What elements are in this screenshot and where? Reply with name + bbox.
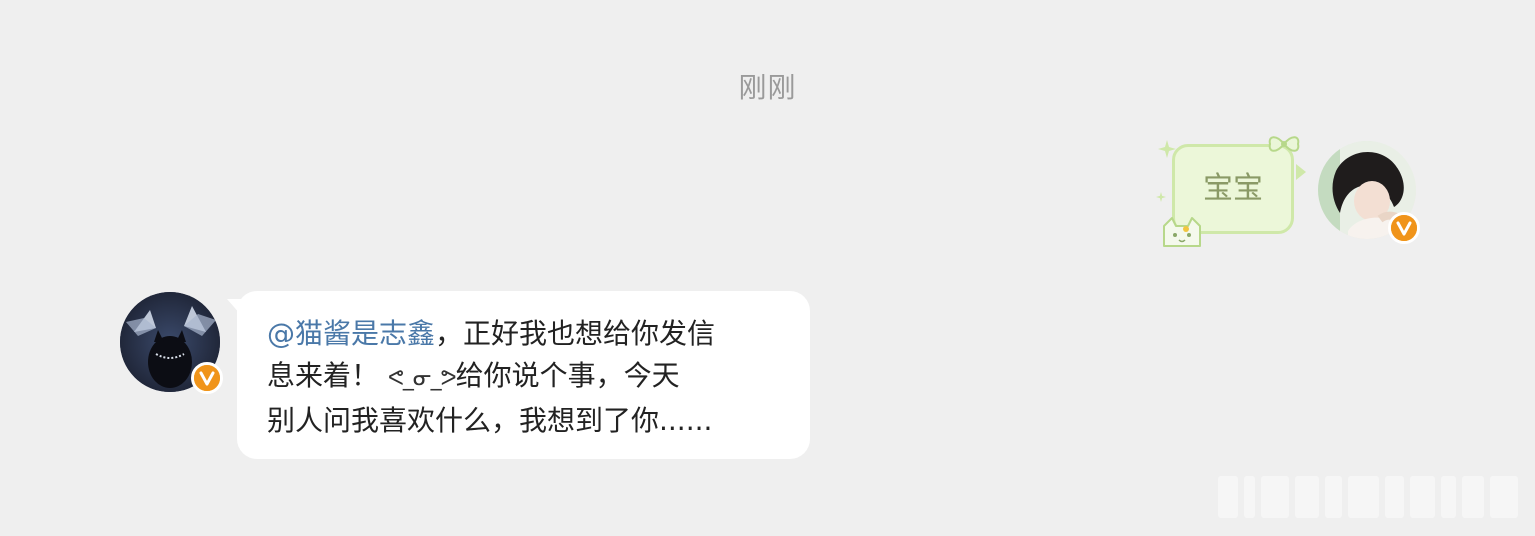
bow-icon [1268, 136, 1300, 152]
cat-face-icon [1163, 217, 1201, 247]
mention-link[interactable]: @猫酱是志鑫 [267, 317, 435, 350]
kaomoji: ᕙ_ᓂ_ᕗ [387, 366, 457, 391]
sparkle-icon [1156, 192, 1166, 202]
verified-badge-icon [1388, 212, 1420, 244]
message-segment: ，正好我也想给你发信 [435, 317, 716, 350]
message-timestamp: 刚刚 [738, 71, 797, 104]
bubble-tail [1296, 164, 1306, 180]
verified-badge-icon [191, 362, 223, 394]
incoming-message-bubble[interactable]: @猫酱是志鑫，正好我也想给你发信 息来着！ ᕙ_ᓂ_ᕗ给你说个事，今天 别人问我… [227, 291, 810, 459]
chat-window: 刚刚 宝宝 @猫酱是志鑫，正好我也想给你发信 息来着！ ᕙ_ᓂ_ᕗ给你说个事，今… [0, 0, 1535, 536]
incoming-message-text: @猫酱是志鑫，正好我也想给你发信 息来着！ ᕙ_ᓂ_ᕗ给你说个事，今天 别人问我… [267, 313, 787, 442]
outgoing-message-bubble[interactable]: 宝宝 [1156, 136, 1306, 247]
message-segment: 息来着！ [267, 359, 380, 392]
message-segment: 给你说个事，今天 [455, 359, 680, 392]
message-segment: 别人问我喜欢什么，我想到了你...... [267, 404, 713, 437]
bubble-tail [227, 299, 241, 315]
watermark-bar [1218, 476, 1518, 518]
sparkle-icon [1158, 140, 1176, 158]
